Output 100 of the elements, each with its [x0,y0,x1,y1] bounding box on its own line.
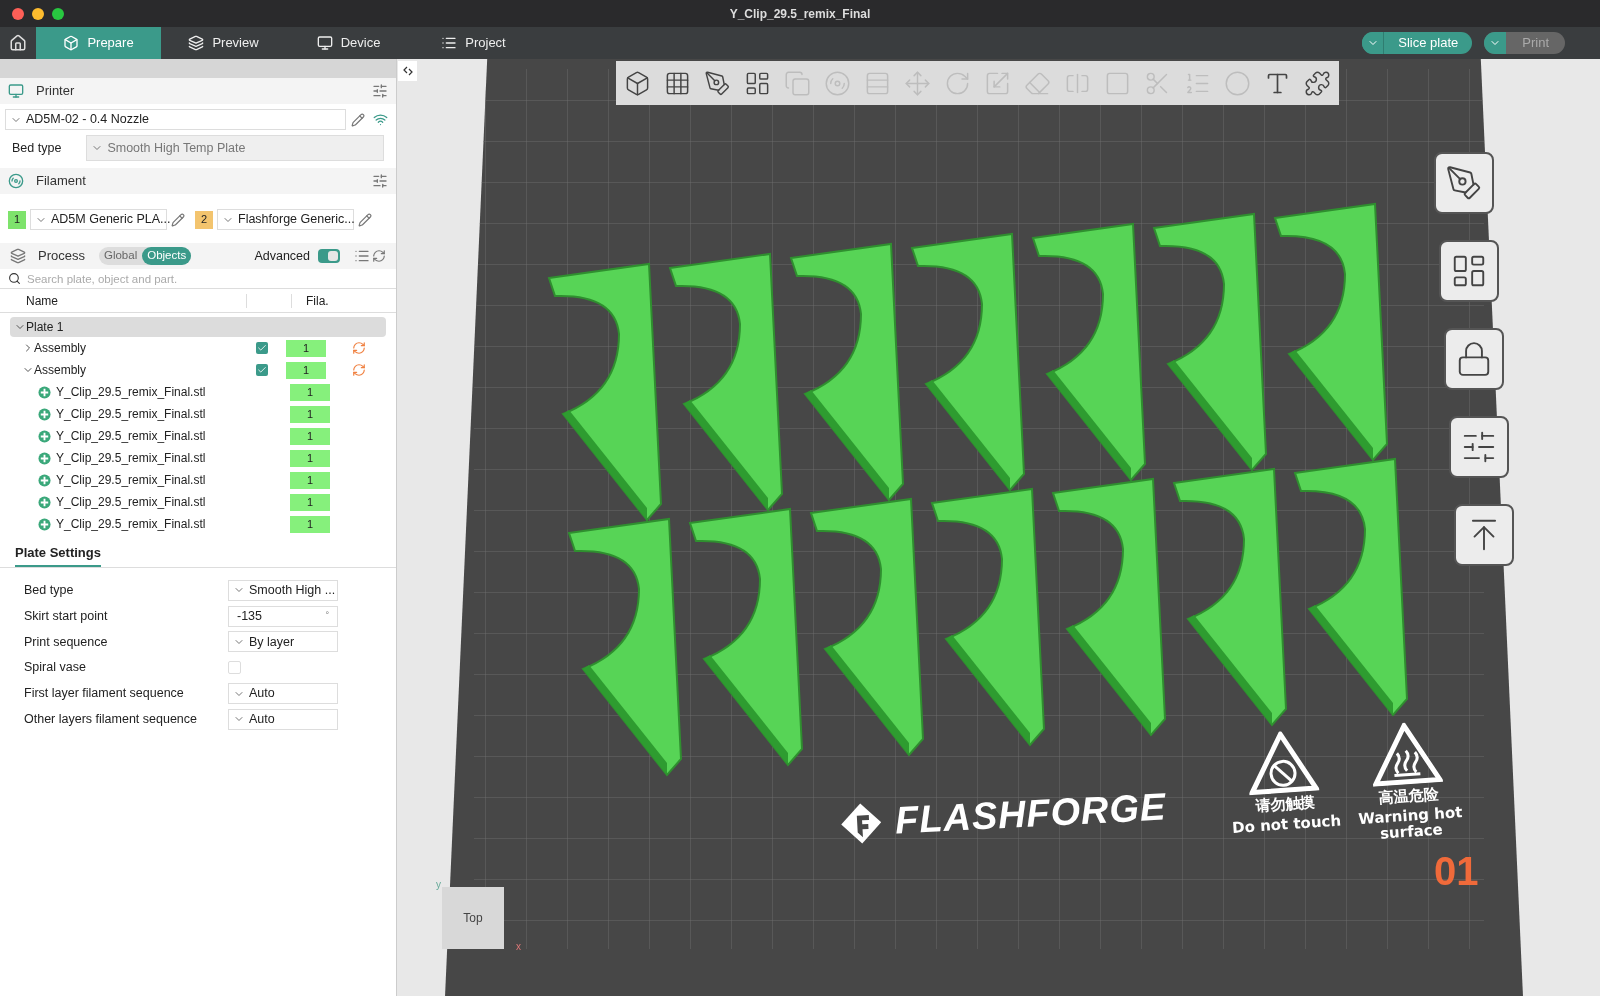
setting-label: Other layers filament sequence [24,711,198,728]
search-field[interactable]: Search plate, object and part. [27,269,388,288]
plate-label: Plate 1 [26,319,64,336]
tool-icon[interactable] [704,69,731,97]
part-label[interactable]: Y_Clip_29.5_remix_Final.stl [56,493,290,511]
filament-index: 1 [8,210,26,229]
setting-label: Print sequence [24,633,109,651]
monitor-icon [316,35,333,51]
pen-icon [1445,164,1483,202]
edit-icon[interactable] [358,212,372,227]
warning-text-cn: 高温危险 [1378,783,1440,807]
search-icon [8,272,21,285]
spool-icon [8,173,24,189]
part-label[interactable]: Y_Clip_29.5_remix_Final.stl [56,405,290,423]
side-tool-button[interactable] [1444,328,1504,390]
tool-icon[interactable] [624,69,651,97]
sync-icon[interactable] [352,341,366,355]
compare-icon[interactable] [372,249,386,263]
printer-dropdown[interactable]: AD5M-02 - 0.4 Nozzle [5,109,346,130]
part-label[interactable]: Y_Clip_29.5_remix_Final.stl [56,427,290,445]
checkbox[interactable] [228,661,241,675]
filament-index: 2 [195,210,213,229]
filament-cell[interactable]: 1 [286,361,326,379]
check-icon [257,343,267,353]
part-label[interactable]: Y_Clip_29.5_remix_Final.stl [56,449,290,467]
filament-cell[interactable]: 1 [290,493,330,511]
column-header: Name [26,292,59,310]
side-tool-button[interactable] [1434,152,1494,214]
bed-type-dropdown[interactable]: Smooth High Temp Plate [86,135,384,161]
part-label[interactable]: Y_Clip_29.5_remix_Final.stl [56,383,290,401]
object-label[interactable]: Assembly [34,339,256,357]
section-title: Printer [36,82,75,101]
part-icon [38,385,51,399]
filament-cell[interactable]: 1 [290,449,330,467]
nav-tab[interactable]: Preview [161,27,286,59]
filament-cell[interactable]: 1 [290,515,330,533]
warning-text-cn: 请勿触摸 [1254,792,1316,816]
list-icon[interactable] [354,248,370,264]
advanced-label: Advanced [254,247,310,265]
view-cube[interactable]: Top [442,887,504,949]
section-title: Filament [36,172,86,191]
settings-icon[interactable] [372,83,388,99]
nav-tab[interactable]: Device [286,27,411,59]
mode-option[interactable]: Global [98,247,143,265]
puzzle-icon[interactable] [1304,69,1331,97]
part-icon [38,517,51,531]
plate-number: 01 [1434,849,1479,893]
side-tool-button[interactable] [1439,240,1499,302]
setting-label: Bed type [24,582,75,599]
filament-cell[interactable]: 1 [290,383,330,401]
wifi-icon[interactable] [373,112,388,127]
filament-cell[interactable]: 1 [286,339,326,357]
section-title: Process [38,247,85,266]
bed-type-label: Bed type [12,139,63,157]
collapse-button[interactable] [398,61,417,81]
dropdown[interactable]: Smooth High ... [228,579,338,601]
dropdown[interactable]: Auto [228,708,338,730]
part-icon [38,407,51,421]
plate-settings-tab[interactable]: Plate Settings [15,543,101,567]
side-tool-button[interactable] [1449,416,1509,478]
column-header: Fila. [306,292,329,310]
setting-label: Skirt start point [24,607,109,625]
filament-cell[interactable]: 1 [290,405,330,423]
advanced-switch[interactable] [318,249,340,263]
edit-icon[interactable] [171,212,185,227]
visibility-checkbox[interactable] [256,342,268,354]
number-field[interactable]: -135 ° [228,605,338,627]
part-icon [38,495,51,509]
home-icon[interactable] [9,34,27,52]
plate-row[interactable]: Plate 1 [10,317,386,337]
check-icon [257,365,267,375]
brand-text: FLASHFORGE [893,784,1168,844]
edit-icon[interactable] [351,112,365,127]
nav-tab[interactable]: Project [411,27,536,59]
window-title: Y_Clip_29.5_remix_Final [729,5,871,23]
visibility-checkbox[interactable] [256,364,268,376]
setting-label: Spiral vase [24,659,87,677]
part-icon [38,451,51,465]
settings-icon[interactable] [372,173,388,189]
collapse-arrows-icon [401,65,414,77]
dropdown[interactable]: By layer [228,631,338,653]
layers-icon [188,35,205,51]
part-icon [38,473,51,487]
side-tool-button[interactable] [1454,504,1514,566]
axis-label: y [436,878,441,892]
setting-label: First layer filament sequence [24,685,185,703]
part-label[interactable]: Y_Clip_29.5_remix_Final.stl [56,471,290,489]
sync-icon[interactable] [352,363,366,377]
layers-icon [10,248,26,264]
part-label[interactable]: Y_Clip_29.5_remix_Final.stl [56,515,290,533]
object-label[interactable]: Assembly [34,361,256,379]
cube-icon [63,35,80,51]
filament-cell[interactable]: 1 [290,471,330,489]
filament-dropdown[interactable]: Flashforge Generic... [217,209,354,230]
list-icon [441,35,458,51]
axis-label: x [516,940,521,954]
part-icon [38,429,51,443]
dropdown[interactable]: Auto [228,683,338,705]
filament-cell[interactable]: 1 [290,427,330,445]
printer-icon [8,83,24,99]
